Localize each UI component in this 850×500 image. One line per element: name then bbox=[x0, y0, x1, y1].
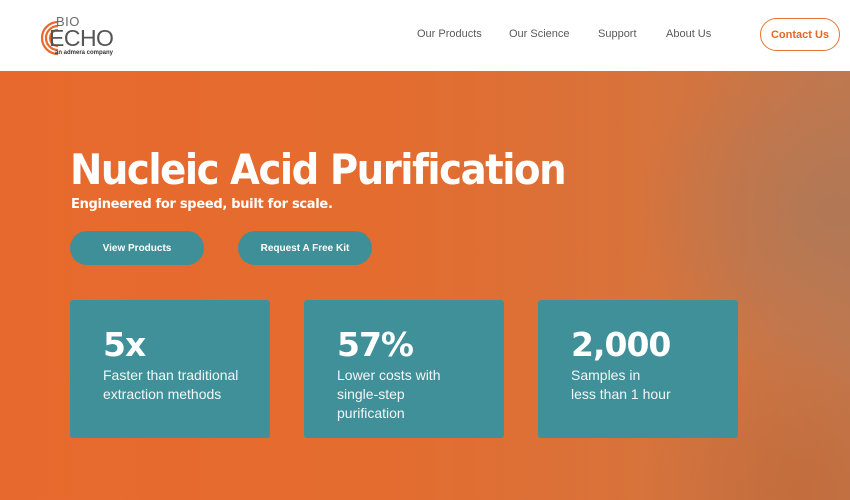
stat-card-samples: 2,000 Samples in less than 1 hour bbox=[538, 300, 738, 438]
stat-value: 2,000 bbox=[571, 325, 671, 364]
request-free-kit-button[interactable]: Request A Free Kit bbox=[238, 231, 372, 265]
stat-value: 5x bbox=[103, 325, 146, 364]
hero-title: Nucleic Acid Purification bbox=[70, 145, 567, 194]
logo-tagline: an admera company bbox=[55, 50, 114, 56]
stat-description: Samples in less than 1 hour bbox=[571, 367, 671, 402]
site-header: BIO ECHO an admera company Our Products … bbox=[0, 0, 850, 71]
stat-description: Lower costs with single-step purificatio… bbox=[337, 367, 441, 421]
hero-section: Nucleic Acid Purification Engineered for… bbox=[0, 71, 850, 500]
nav-our-products[interactable]: Our Products bbox=[417, 28, 482, 40]
nav-support[interactable]: Support bbox=[598, 28, 637, 40]
nav-about-us[interactable]: About Us bbox=[666, 28, 711, 40]
view-products-button[interactable]: View Products bbox=[70, 231, 204, 265]
contact-us-button[interactable]: Contact Us bbox=[760, 18, 840, 51]
stat-card-speed: 5x Faster than traditional extraction me… bbox=[70, 300, 270, 438]
stat-card-cost: 57% Lower costs with single-step purific… bbox=[304, 300, 504, 438]
stat-description: Faster than traditional extraction metho… bbox=[103, 367, 239, 402]
logo-echo-text: ECHO bbox=[49, 25, 114, 51]
bioecho-logo[interactable]: BIO ECHO an admera company bbox=[36, 14, 116, 60]
hero-subtitle: Engineered for speed, built for scale. bbox=[71, 197, 333, 212]
stat-value: 57% bbox=[337, 325, 414, 364]
nav-our-science[interactable]: Our Science bbox=[509, 28, 570, 40]
